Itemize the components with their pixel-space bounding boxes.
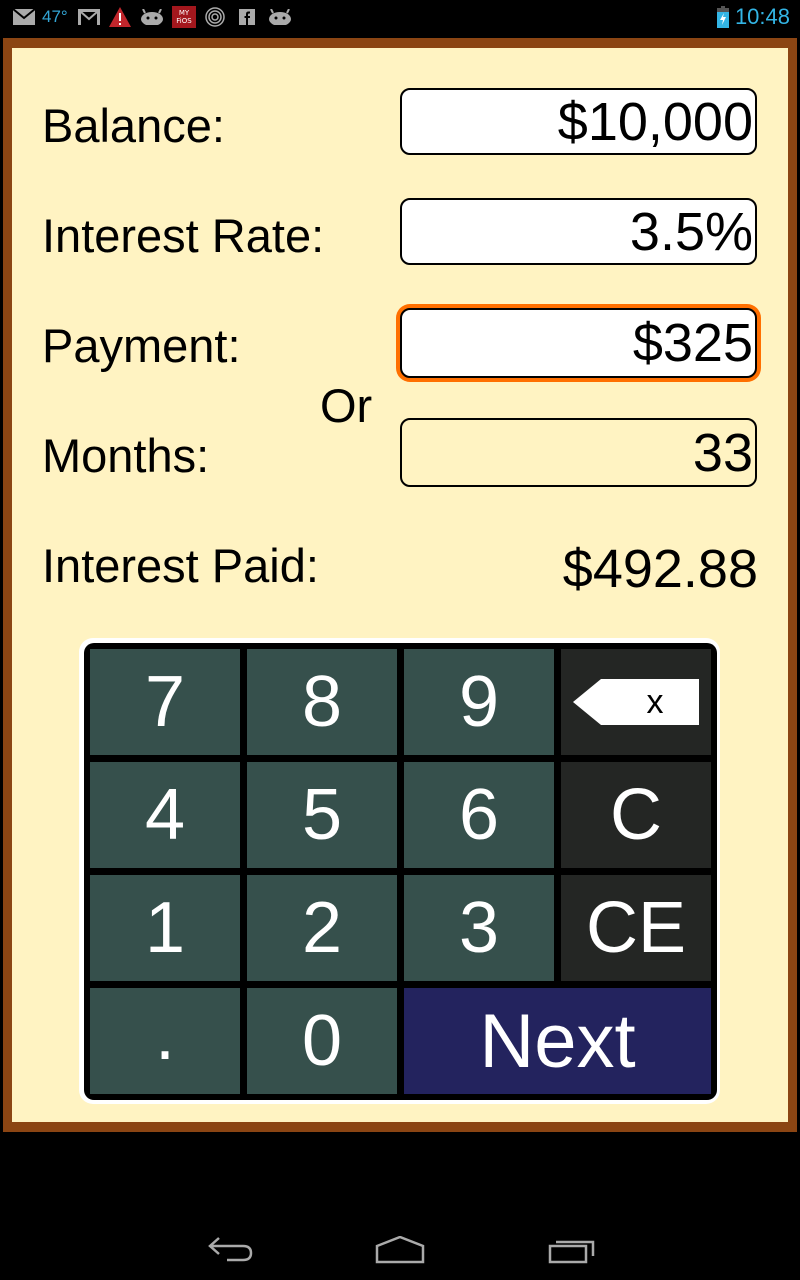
navigation-bar bbox=[0, 1180, 800, 1280]
key-4[interactable]: 4 bbox=[90, 762, 240, 868]
months-value: 33 bbox=[692, 422, 753, 483]
key-8[interactable]: 8 bbox=[247, 649, 397, 755]
backspace-label: x bbox=[647, 683, 664, 721]
myfios-label: MY FiOS bbox=[176, 9, 192, 25]
key-2[interactable]: 2 bbox=[247, 875, 397, 981]
backspace-button[interactable]: x bbox=[561, 649, 711, 755]
home-icon bbox=[375, 1236, 425, 1264]
payment-field[interactable]: $325 bbox=[400, 308, 757, 378]
payment-value: $325 bbox=[632, 313, 753, 373]
next-button[interactable]: Next bbox=[404, 988, 711, 1094]
recent-apps-button[interactable] bbox=[542, 1230, 602, 1270]
email-icon bbox=[12, 6, 36, 28]
payment-label: Payment: bbox=[42, 319, 241, 372]
interest-rate-field[interactable]: 3.5% bbox=[400, 198, 757, 265]
weather-temperature: 47° bbox=[42, 7, 68, 26]
backspace-icon: x bbox=[573, 679, 699, 725]
radio-icon bbox=[204, 6, 226, 28]
key-3[interactable]: 3 bbox=[404, 875, 554, 981]
gmail-icon bbox=[77, 6, 101, 28]
key-decimal[interactable]: . bbox=[90, 988, 240, 1094]
months-field[interactable]: 33 bbox=[400, 418, 757, 487]
key-5[interactable]: 5 bbox=[247, 762, 397, 868]
facebook-icon bbox=[238, 6, 256, 28]
keypad: 7 8 9 x 4 5 6 C 1 2 3 CE . 0 Next bbox=[84, 643, 717, 1100]
android-icon bbox=[140, 6, 164, 28]
back-icon bbox=[208, 1237, 253, 1262]
warning-icon bbox=[108, 6, 132, 28]
status-bar: 47° MY FiOS 10:48 bbox=[0, 0, 800, 36]
interest-rate-value: 3.5% bbox=[629, 201, 753, 262]
key-0[interactable]: 0 bbox=[247, 988, 397, 1094]
clear-entry-button[interactable]: CE bbox=[561, 875, 711, 981]
balance-label: Balance: bbox=[42, 99, 225, 152]
or-label: Or bbox=[320, 379, 373, 432]
key-1[interactable]: 1 bbox=[90, 875, 240, 981]
interest-rate-label: Interest Rate: bbox=[42, 209, 325, 262]
android-icon bbox=[268, 6, 292, 28]
back-button[interactable] bbox=[200, 1230, 260, 1270]
key-9[interactable]: 9 bbox=[404, 649, 554, 755]
myfios-icon: MY FiOS bbox=[172, 6, 196, 28]
clear-button[interactable]: C bbox=[561, 762, 711, 868]
clock: 10:48 bbox=[734, 4, 790, 29]
recent-apps-icon bbox=[548, 1240, 595, 1264]
interest-paid-label: Interest Paid: bbox=[42, 539, 319, 592]
balance-field[interactable]: $10,000 bbox=[400, 88, 757, 155]
key-6[interactable]: 6 bbox=[404, 762, 554, 868]
home-button[interactable] bbox=[370, 1230, 430, 1270]
months-label: Months: bbox=[42, 429, 210, 482]
battery-charging-icon bbox=[716, 6, 730, 28]
key-7[interactable]: 7 bbox=[90, 649, 240, 755]
balance-value: $10,000 bbox=[557, 91, 753, 152]
interest-paid-value: $492.88 bbox=[562, 539, 758, 599]
